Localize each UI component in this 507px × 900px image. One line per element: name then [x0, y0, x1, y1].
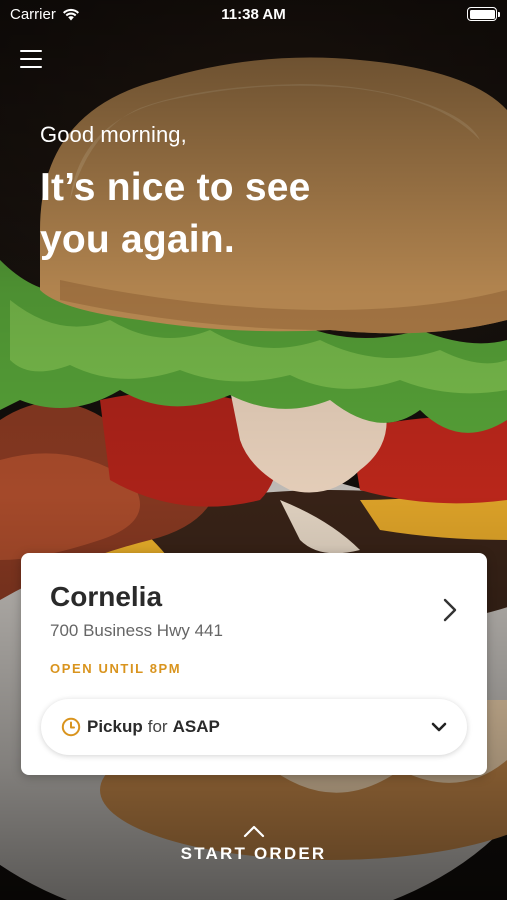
start-order-label: START ORDER — [180, 844, 327, 863]
clock-icon — [61, 717, 81, 737]
pickup-mode: Pickup — [87, 717, 143, 736]
store-address: 700 Business Hwy 441 — [50, 621, 223, 640]
battery-icon — [467, 7, 500, 21]
pickup-time-selector[interactable]: Pickup for ASAP — [41, 699, 467, 755]
greeting-headline: It’s nice to see you again. — [40, 166, 311, 261]
pickup-time: ASAP — [172, 717, 220, 736]
caret-up-icon — [243, 825, 264, 838]
menu-line — [20, 50, 42, 53]
menu-line — [20, 65, 42, 68]
start-order-button[interactable]: START ORDER — [0, 824, 507, 864]
store-hours-status: OPEN UNTIL 8PM — [50, 661, 182, 676]
carrier-label: Carrier — [10, 5, 56, 23]
wifi-icon — [62, 8, 79, 20]
pickup-connector: for — [147, 717, 168, 736]
store-name[interactable]: Cornelia — [50, 581, 162, 613]
chevron-right-icon[interactable] — [439, 597, 461, 623]
greeting-salutation: Good morning, — [40, 122, 187, 147]
status-left: Carrier — [10, 6, 80, 23]
hamburger-menu-icon[interactable] — [18, 48, 44, 70]
location-card: Cornelia 700 Business Hwy 441 OPEN UNTIL… — [21, 553, 487, 775]
chevron-down-icon — [431, 722, 447, 732]
battery-level — [469, 9, 495, 19]
status-bar: Carrier 11:38 AM — [0, 0, 507, 28]
pickup-summary: Pickup for ASAP — [87, 717, 220, 737]
menu-line — [20, 57, 42, 61]
